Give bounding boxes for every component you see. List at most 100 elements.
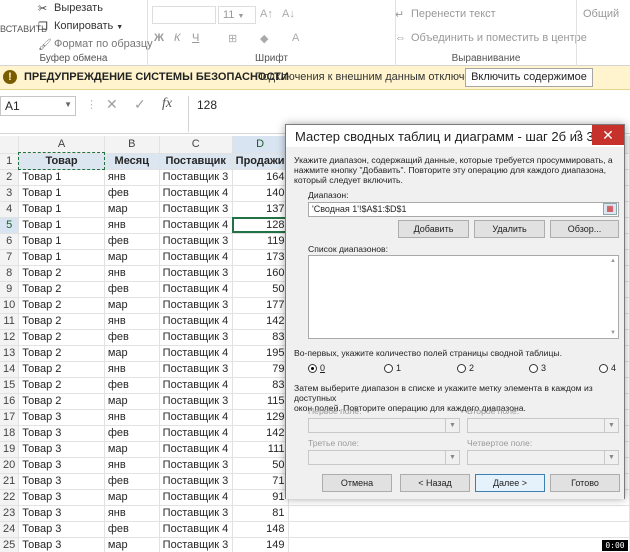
bold-button[interactable]: Ж <box>154 32 164 44</box>
table-cell[interactable]: фев <box>104 473 160 490</box>
row-header[interactable]: 16 <box>0 393 20 410</box>
row-header[interactable]: 11 <box>0 313 20 330</box>
table-cell[interactable]: 71 <box>232 473 289 490</box>
header-cell[interactable]: Товар <box>17 152 106 170</box>
enable-content-button[interactable]: Включить содержимое <box>465 68 593 87</box>
number-format-box[interactable]: Общий <box>583 8 619 20</box>
font-color-icon[interactable]: A <box>292 32 299 44</box>
borders-icon[interactable]: ⊞ <box>228 32 237 45</box>
row-header[interactable]: 24 <box>0 521 20 538</box>
cancel-button[interactable]: Отмена <box>322 474 392 492</box>
table-cell[interactable]: фев <box>104 185 160 202</box>
field1-combo[interactable]: ▼ <box>308 418 460 433</box>
empty-cell[interactable] <box>288 521 630 538</box>
table-cell[interactable]: Товар 2 <box>18 329 105 346</box>
next-button[interactable]: Далее > <box>475 474 545 492</box>
table-cell[interactable]: Товар 2 <box>18 377 105 394</box>
row-header[interactable]: 8 <box>0 265 20 282</box>
table-cell[interactable]: Поставщик 3 <box>159 457 233 474</box>
table-cell[interactable]: Поставщик 3 <box>159 537 233 552</box>
table-cell[interactable]: Товар 3 <box>18 537 105 552</box>
table-cell[interactable]: Товар 3 <box>18 441 105 458</box>
row-header[interactable]: 10 <box>0 297 20 314</box>
table-cell[interactable]: Товар 3 <box>18 425 105 442</box>
row-header[interactable]: 18 <box>0 425 20 442</box>
fx-icon[interactable]: fx <box>162 96 172 112</box>
table-cell[interactable]: янв <box>104 361 160 378</box>
table-cell[interactable]: Поставщик 4 <box>159 345 233 362</box>
table-cell[interactable]: Товар 2 <box>18 361 105 378</box>
table-cell[interactable]: 160 <box>232 265 289 282</box>
row-header[interactable]: 22 <box>0 489 20 506</box>
row-header[interactable]: 15 <box>0 377 20 394</box>
field3-combo[interactable]: ▼ <box>308 450 460 465</box>
table-cell[interactable]: Поставщик 3 <box>159 505 233 522</box>
table-cell[interactable]: Поставщик 4 <box>159 489 233 506</box>
table-cell[interactable]: 50 <box>232 281 289 298</box>
table-cell[interactable]: 137 <box>232 201 289 218</box>
table-cell[interactable]: Товар 2 <box>18 313 105 330</box>
table-cell[interactable]: Товар 1 <box>18 217 105 234</box>
table-cell[interactable]: 79 <box>232 361 289 378</box>
scroll-down-icon[interactable]: ▼ <box>610 330 616 336</box>
table-cell[interactable]: Поставщик 4 <box>159 425 233 442</box>
table-cell[interactable]: 91 <box>232 489 289 506</box>
table-cell[interactable]: 83 <box>232 329 289 346</box>
table-cell[interactable]: Товар 3 <box>18 521 105 538</box>
row-header[interactable]: 9 <box>0 281 20 298</box>
table-cell[interactable]: 111 <box>232 441 289 458</box>
page-fields-radio-0[interactable]: 0 <box>308 363 325 374</box>
table-cell[interactable]: Товар 3 <box>18 489 105 506</box>
header-cell[interactable]: Поставщик <box>159 153 233 170</box>
table-cell[interactable]: Товар 1 <box>18 249 105 266</box>
table-cell[interactable]: 83 <box>232 377 289 394</box>
table-cell[interactable]: фев <box>104 329 160 346</box>
table-cell[interactable]: фев <box>104 425 160 442</box>
header-cell[interactable]: Продажи <box>232 153 289 170</box>
table-cell[interactable]: мар <box>104 441 160 458</box>
row-header[interactable]: 3 <box>0 185 20 202</box>
table-cell[interactable]: 173 <box>232 249 289 266</box>
table-cell[interactable]: фев <box>104 233 160 250</box>
empty-cell[interactable] <box>288 505 630 522</box>
underline-button[interactable]: Ч <box>192 32 199 44</box>
table-cell[interactable]: Товар 1 <box>18 201 105 218</box>
table-cell[interactable]: янв <box>104 217 160 234</box>
collapse-dialog-icon[interactable]: ▦ <box>603 203 617 215</box>
row-header[interactable]: 6 <box>0 233 20 250</box>
table-cell[interactable]: 128 <box>232 217 289 234</box>
row-header[interactable]: 7 <box>0 249 20 266</box>
table-cell[interactable]: мар <box>104 489 160 506</box>
dialog-titlebar[interactable]: Мастер сводных таблиц и диаграмм - шаг 2… <box>286 125 624 147</box>
row-header[interactable]: 23 <box>0 505 20 522</box>
table-cell[interactable]: мар <box>104 345 160 362</box>
table-cell[interactable]: фев <box>104 377 160 394</box>
table-cell[interactable]: Поставщик 3 <box>159 201 233 218</box>
table-cell[interactable]: Поставщик 3 <box>159 473 233 490</box>
table-cell[interactable]: Поставщик 4 <box>159 521 233 538</box>
table-cell[interactable]: Товар 3 <box>18 409 105 426</box>
delete-button[interactable]: Удалить <box>474 220 545 238</box>
table-cell[interactable]: Товар 3 <box>18 457 105 474</box>
table-cell[interactable]: Поставщик 3 <box>159 361 233 378</box>
table-cell[interactable]: мар <box>104 393 160 410</box>
table-cell[interactable]: 149 <box>232 537 289 552</box>
row-header[interactable]: 20 <box>0 457 20 474</box>
table-cell[interactable]: Товар 2 <box>18 393 105 410</box>
scroll-up-icon[interactable]: ▲ <box>610 258 616 264</box>
table-cell[interactable]: янв <box>104 457 160 474</box>
table-cell[interactable]: Поставщик 4 <box>159 185 233 202</box>
table-cell[interactable]: мар <box>104 297 160 314</box>
select-all-corner[interactable] <box>0 136 20 154</box>
table-cell[interactable]: Поставщик 3 <box>159 393 233 410</box>
fill-color-icon[interactable]: ◆ <box>260 32 268 45</box>
page-fields-radio-3[interactable]: 3 <box>529 363 546 374</box>
table-cell[interactable]: янв <box>104 265 160 282</box>
row-header[interactable]: 14 <box>0 361 20 378</box>
font-shrink-icon[interactable]: A↓ <box>282 8 295 20</box>
table-cell[interactable]: мар <box>104 201 160 218</box>
row-header[interactable]: 17 <box>0 409 20 426</box>
row-header[interactable]: 25 <box>0 537 20 552</box>
table-cell[interactable]: 164 <box>232 169 289 186</box>
range-input[interactable]: 'Сводная 1'!$A$1:$D$1 ▦ <box>308 202 619 217</box>
